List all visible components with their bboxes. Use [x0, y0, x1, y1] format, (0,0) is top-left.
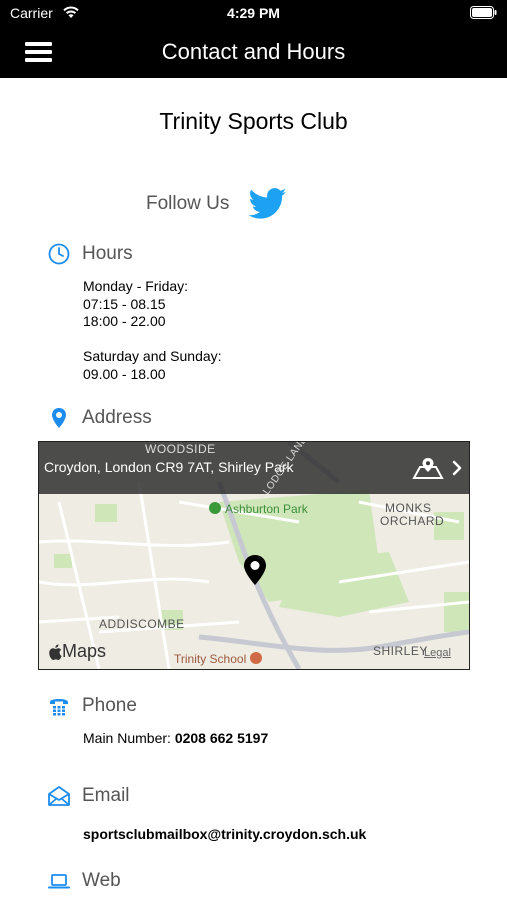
park-icon: [209, 502, 221, 514]
email-line: sportsclubmailbox@trinity.croydon.sch.uk: [83, 826, 366, 842]
email-icon: [48, 786, 70, 806]
weekend-hours: Saturday and Sunday: 09.00 - 18.00: [83, 348, 222, 383]
weekday-slot-2: 18:00 - 22.00: [83, 313, 166, 329]
apple-logo-icon: [49, 643, 62, 660]
phone-icon: [50, 699, 68, 716]
status-bar: Carrier 4:29 PM: [0, 0, 507, 28]
web-label: Web: [82, 870, 121, 891]
email-address-link[interactable]: sportsclubmailbox@trinity.croydon.sch.uk: [83, 826, 366, 842]
weekday-hours: Monday - Friday: 07:15 - 08.15 18:00 - 2…: [83, 278, 188, 331]
status-time: 4:29 PM: [227, 5, 280, 21]
map-address-bar[interactable]: Croydon, London CR9 7AT, Shirley Park: [39, 442, 469, 494]
trinity-school-text: Trinity School: [174, 652, 247, 666]
ashburton-park-text: Ashburton Park: [225, 502, 308, 516]
web-section-header: Web: [48, 868, 121, 894]
clock-icon: [48, 243, 70, 265]
email-label: Email: [82, 785, 130, 806]
chevron-right-icon[interactable]: [451, 459, 463, 477]
map-location-pin-icon[interactable]: [241, 554, 269, 586]
phone-number-link[interactable]: 0208 662 5197: [175, 730, 268, 746]
follow-us-row: Follow Us: [146, 186, 287, 222]
phone-label: Phone: [82, 695, 137, 716]
school-icon: [250, 652, 263, 664]
map-label-trinity-school: Trinity School: [174, 652, 263, 666]
map-view[interactable]: Croydon, London CR9 7AT, Shirley Park WO…: [38, 441, 470, 670]
club-name: Trinity Sports Club: [159, 108, 348, 134]
navigation-bar: Contact and Hours: [0, 28, 507, 78]
follow-us-label: Follow Us: [146, 193, 230, 214]
hours-section-header: Hours: [48, 241, 133, 267]
battery-icon: [470, 6, 497, 19]
weekday-slot-1: 07:15 - 08.15: [83, 295, 166, 312]
directions-map-icon[interactable]: [411, 456, 445, 480]
map-label-ashburton-park: Ashburton Park: [209, 502, 308, 516]
phone-section-header: Phone: [48, 693, 137, 719]
address-section-header: Address: [48, 405, 152, 431]
weekend-title: Saturday and Sunday:: [83, 348, 222, 364]
location-pin-icon: [52, 408, 66, 428]
page-title: Contact and Hours: [161, 39, 346, 64]
phone-prefix: Main Number:: [83, 730, 171, 746]
map-label-shirley: SHIRLEY: [373, 644, 428, 658]
email-section-header: Email: [48, 783, 130, 809]
map-label-orchard: ORCHARD: [380, 514, 445, 528]
hours-label: Hours: [82, 243, 133, 264]
maps-wordmark: Maps: [62, 641, 107, 661]
phone-line: Main Number: 0208 662 5197: [83, 730, 268, 746]
map-legal-link[interactable]: Legal: [424, 647, 451, 659]
map-label-addiscombe: ADDISCOMBE: [99, 617, 185, 631]
laptop-icon: [48, 874, 70, 889]
weekend-slot: 09.00 - 18.00: [83, 365, 166, 382]
twitter-icon[interactable]: [249, 188, 287, 220]
weekday-title: Monday - Friday:: [83, 278, 189, 294]
map-label-woodside: WOODSIDE: [145, 442, 216, 456]
apple-maps-logo: Maps: [49, 641, 106, 662]
address-label: Address: [82, 407, 152, 428]
map-address-text: Croydon, London CR9 7AT, Shirley Park: [44, 459, 294, 475]
map-label-monks: MONKS: [385, 501, 432, 515]
